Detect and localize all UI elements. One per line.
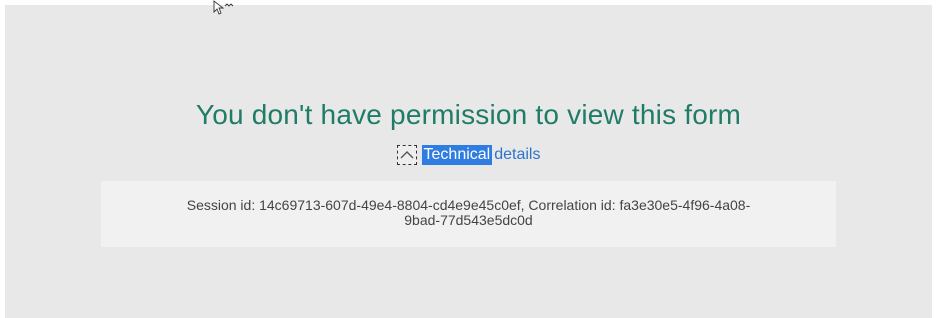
technical-details-label-selected[interactable]: Technical (421, 145, 493, 165)
session-correlation-text: Session id: 14c69713-607d-49e4-8804-cd4e… (186, 197, 751, 213)
mouse-cursor-icon (213, 0, 234, 15)
page-title: You don't have permission to view this f… (195, 99, 742, 130)
technical-details-panel: Session id: 14c69713-607d-49e4-8804-cd4e… (101, 181, 836, 247)
chevron-up-icon[interactable] (396, 145, 417, 165)
technical-details-row: Technical details (5, 144, 932, 166)
session-correlation-text-continued: 9bad-77d543e5dc0d (404, 212, 533, 228)
technical-details-label[interactable]: details (494, 146, 540, 164)
technical-details-toggle[interactable]: Technical details (396, 145, 540, 165)
page-background: You don't have permission to view this f… (5, 5, 932, 318)
